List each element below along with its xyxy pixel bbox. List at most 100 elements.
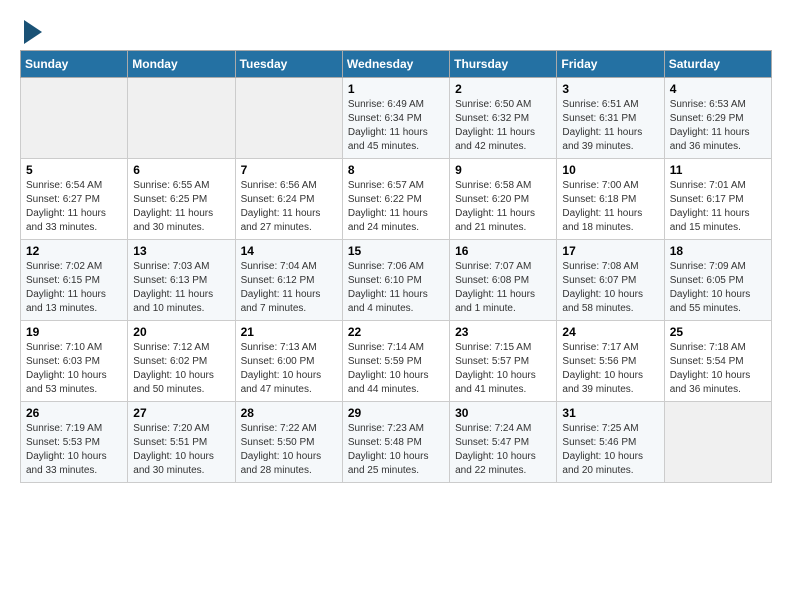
calendar-week-5: 26 Sunrise: 7:19 AM Sunset: 5:53 PM Dayli… (21, 402, 772, 483)
day-info: Sunrise: 6:53 AM Sunset: 6:29 PM Dayligh… (670, 98, 766, 154)
day-info: Sunrise: 7:01 AM Sunset: 6:17 PM Dayligh… (670, 179, 766, 235)
calendar-cell: 26 Sunrise: 7:19 AM Sunset: 5:53 PM Dayli… (21, 402, 128, 483)
day-number: 19 (26, 325, 122, 339)
day-number: 26 (26, 406, 122, 420)
day-number: 4 (670, 82, 766, 96)
day-info: Sunrise: 6:51 AM Sunset: 6:31 PM Dayligh… (562, 98, 658, 154)
day-number: 21 (241, 325, 337, 339)
header-wednesday: Wednesday (342, 51, 449, 78)
day-info: Sunrise: 6:57 AM Sunset: 6:22 PM Dayligh… (348, 179, 444, 235)
calendar-cell: 9Sunrise: 6:58 AM Sunset: 6:20 PM Daylig… (450, 159, 557, 240)
day-number: 6 (133, 163, 229, 177)
day-number: 31 (562, 406, 658, 420)
calendar-cell: 18 Sunrise: 7:09 AM Sunset: 6:05 PM Dayli… (664, 240, 771, 321)
day-number: 14 (241, 244, 337, 258)
day-info: Sunrise: 6:50 AM Sunset: 6:32 PM Dayligh… (455, 98, 551, 154)
calendar-cell: 30 Sunrise: 7:24 AM Sunset: 5:47 PM Dayli… (450, 402, 557, 483)
day-number: 28 (241, 406, 337, 420)
calendar-cell: 21 Sunrise: 7:13 AM Sunset: 6:00 PM Dayli… (235, 321, 342, 402)
day-number: 27 (133, 406, 229, 420)
calendar-cell: 1 Sunrise: 6:49 AM Sunset: 6:34 PM Daylig… (342, 78, 449, 159)
calendar-cell: 7Sunrise: 6:56 AM Sunset: 6:24 PM Daylig… (235, 159, 342, 240)
calendar-cell: 28 Sunrise: 7:22 AM Sunset: 5:50 PM Dayli… (235, 402, 342, 483)
day-number: 13 (133, 244, 229, 258)
day-info: Sunrise: 7:17 AM Sunset: 5:56 PM Dayligh… (562, 341, 658, 397)
day-info: Sunrise: 7:06 AM Sunset: 6:10 PM Dayligh… (348, 260, 444, 316)
day-info: Sunrise: 7:19 AM Sunset: 5:53 PM Dayligh… (26, 422, 122, 478)
header-monday: Monday (128, 51, 235, 78)
day-info: Sunrise: 6:55 AM Sunset: 6:25 PM Dayligh… (133, 179, 229, 235)
day-info: Sunrise: 7:09 AM Sunset: 6:05 PM Dayligh… (670, 260, 766, 316)
calendar-cell (21, 78, 128, 159)
calendar-cell: 24 Sunrise: 7:17 AM Sunset: 5:56 PM Dayli… (557, 321, 664, 402)
calendar-cell (235, 78, 342, 159)
day-info: Sunrise: 6:54 AM Sunset: 6:27 PM Dayligh… (26, 179, 122, 235)
day-info: Sunrise: 7:23 AM Sunset: 5:48 PM Dayligh… (348, 422, 444, 478)
calendar-cell (664, 402, 771, 483)
day-info: Sunrise: 6:49 AM Sunset: 6:34 PM Dayligh… (348, 98, 444, 154)
calendar-cell: 23 Sunrise: 7:15 AM Sunset: 5:57 PM Dayli… (450, 321, 557, 402)
day-number: 3 (562, 82, 658, 96)
calendar-cell: 29 Sunrise: 7:23 AM Sunset: 5:48 PM Dayli… (342, 402, 449, 483)
day-info: Sunrise: 6:56 AM Sunset: 6:24 PM Dayligh… (241, 179, 337, 235)
day-number: 20 (133, 325, 229, 339)
day-info: Sunrise: 7:18 AM Sunset: 5:54 PM Dayligh… (670, 341, 766, 397)
calendar-cell: 19Sunrise: 7:10 AM Sunset: 6:03 PM Dayli… (21, 321, 128, 402)
day-number: 11 (670, 163, 766, 177)
calendar-cell: 5 Sunrise: 6:54 AM Sunset: 6:27 PM Daylig… (21, 159, 128, 240)
calendar-cell: 2 Sunrise: 6:50 AM Sunset: 6:32 PM Daylig… (450, 78, 557, 159)
calendar-cell: 10 Sunrise: 7:00 AM Sunset: 6:18 PM Dayli… (557, 159, 664, 240)
calendar-cell: 16Sunrise: 7:07 AM Sunset: 6:08 PM Dayli… (450, 240, 557, 321)
calendar-cell: 15 Sunrise: 7:06 AM Sunset: 6:10 PM Dayli… (342, 240, 449, 321)
day-info: Sunrise: 7:08 AM Sunset: 6:07 PM Dayligh… (562, 260, 658, 316)
header-sunday: Sunday (21, 51, 128, 78)
day-number: 24 (562, 325, 658, 339)
header-saturday: Saturday (664, 51, 771, 78)
calendar-cell: 14 Sunrise: 7:04 AM Sunset: 6:12 PM Dayli… (235, 240, 342, 321)
day-info: Sunrise: 7:22 AM Sunset: 5:50 PM Dayligh… (241, 422, 337, 478)
calendar-cell: 6 Sunrise: 6:55 AM Sunset: 6:25 PM Daylig… (128, 159, 235, 240)
calendar-week-2: 5 Sunrise: 6:54 AM Sunset: 6:27 PM Daylig… (21, 159, 772, 240)
calendar-week-1: 1 Sunrise: 6:49 AM Sunset: 6:34 PM Daylig… (21, 78, 772, 159)
calendar-cell: 8 Sunrise: 6:57 AM Sunset: 6:22 PM Daylig… (342, 159, 449, 240)
calendar-cell: 3 Sunrise: 6:51 AM Sunset: 6:31 PM Daylig… (557, 78, 664, 159)
day-number: 2 (455, 82, 551, 96)
day-number: 30 (455, 406, 551, 420)
day-number: 8 (348, 163, 444, 177)
day-info: Sunrise: 7:25 AM Sunset: 5:46 PM Dayligh… (562, 422, 658, 478)
calendar-cell: 22 Sunrise: 7:14 AM Sunset: 5:59 PM Dayli… (342, 321, 449, 402)
day-number: 25 (670, 325, 766, 339)
day-info: Sunrise: 7:20 AM Sunset: 5:51 PM Dayligh… (133, 422, 229, 478)
header-thursday: Thursday (450, 51, 557, 78)
day-info: Sunrise: 7:00 AM Sunset: 6:18 PM Dayligh… (562, 179, 658, 235)
header-friday: Friday (557, 51, 664, 78)
day-info: Sunrise: 7:13 AM Sunset: 6:00 PM Dayligh… (241, 341, 337, 397)
day-number: 5 (26, 163, 122, 177)
day-info: Sunrise: 7:04 AM Sunset: 6:12 PM Dayligh… (241, 260, 337, 316)
day-number: 23 (455, 325, 551, 339)
day-number: 18 (670, 244, 766, 258)
day-info: Sunrise: 7:12 AM Sunset: 6:02 PM Dayligh… (133, 341, 229, 397)
day-number: 29 (348, 406, 444, 420)
day-number: 15 (348, 244, 444, 258)
day-number: 17 (562, 244, 658, 258)
day-info: Sunrise: 7:24 AM Sunset: 5:47 PM Dayligh… (455, 422, 551, 478)
calendar-cell: 11 Sunrise: 7:01 AM Sunset: 6:17 PM Dayli… (664, 159, 771, 240)
day-number: 10 (562, 163, 658, 177)
day-number: 12 (26, 244, 122, 258)
calendar-header-row: SundayMondayTuesdayWednesdayThursdayFrid… (21, 51, 772, 78)
day-info: Sunrise: 7:07 AM Sunset: 6:08 PM Dayligh… (455, 260, 551, 316)
calendar-cell (128, 78, 235, 159)
calendar-week-3: 12Sunrise: 7:02 AM Sunset: 6:15 PM Dayli… (21, 240, 772, 321)
day-number: 22 (348, 325, 444, 339)
calendar-table: SundayMondayTuesdayWednesdayThursdayFrid… (20, 50, 772, 483)
logo-arrow-icon (24, 20, 42, 44)
page-header (20, 20, 772, 40)
day-number: 1 (348, 82, 444, 96)
day-info: Sunrise: 6:58 AM Sunset: 6:20 PM Dayligh… (455, 179, 551, 235)
calendar-cell: 12Sunrise: 7:02 AM Sunset: 6:15 PM Dayli… (21, 240, 128, 321)
day-info: Sunrise: 7:03 AM Sunset: 6:13 PM Dayligh… (133, 260, 229, 316)
calendar-cell: 4 Sunrise: 6:53 AM Sunset: 6:29 PM Daylig… (664, 78, 771, 159)
day-info: Sunrise: 7:15 AM Sunset: 5:57 PM Dayligh… (455, 341, 551, 397)
day-info: Sunrise: 7:14 AM Sunset: 5:59 PM Dayligh… (348, 341, 444, 397)
